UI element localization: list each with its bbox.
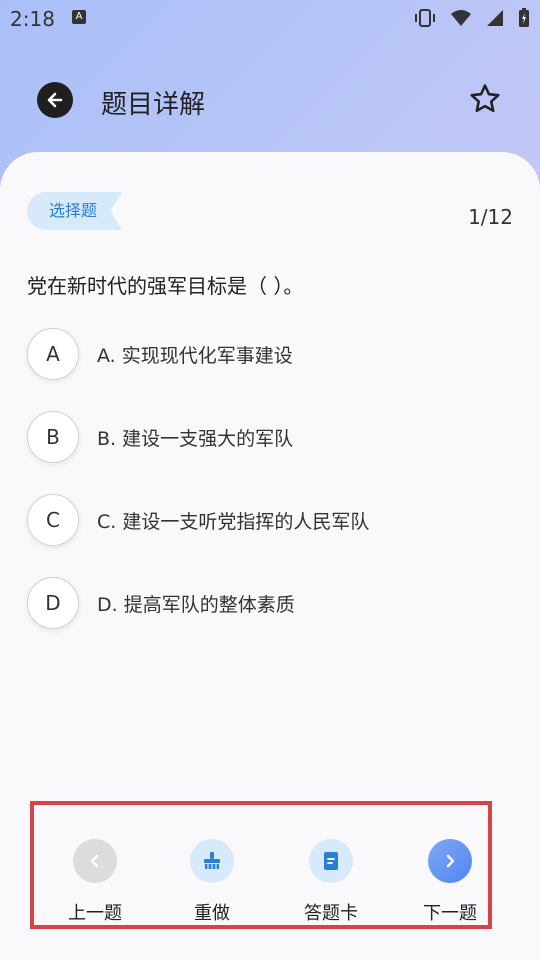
option-text: C. 建设一支听党指挥的人民军队 [97, 510, 370, 533]
favorite-button[interactable] [468, 82, 502, 116]
next-question-label: 下一题 [423, 903, 477, 924]
status-bar: 2:18 A [0, 0, 540, 38]
prev-question-button[interactable]: 上一题 [45, 839, 145, 925]
wifi-icon [450, 9, 472, 31]
status-time: 2:18 [10, 7, 55, 31]
document-icon [309, 839, 353, 883]
battery-icon [518, 8, 530, 32]
question-text: 党在新时代的强军目标是（ ）。 [27, 274, 304, 298]
page-title: 题目详解 [101, 90, 206, 120]
answer-card-button[interactable]: 答题卡 [281, 839, 381, 925]
option-text: D. 提高军队的整体素质 [97, 593, 295, 616]
signal-icon [486, 9, 504, 31]
star-icon [470, 84, 500, 113]
chevron-right-icon [428, 839, 472, 883]
option-letter: B [27, 411, 79, 463]
option-d[interactable]: D D. 提高军队的整体素质 [27, 575, 513, 631]
option-c[interactable]: C C. 建设一支听党指挥的人民军队 [27, 492, 513, 548]
header: 题目详解 [0, 70, 540, 130]
option-letter: A [27, 328, 79, 380]
bottom-nav: 上一题 重做 答题卡 下一题 [30, 801, 492, 929]
option-text: B. 建设一支强大的军队 [97, 427, 294, 450]
broom-icon [190, 839, 234, 883]
chevron-left-icon [73, 839, 117, 883]
redo-label: 重做 [194, 903, 230, 924]
question-type-tag: 选择题 [27, 192, 122, 230]
next-question-button[interactable]: 下一题 [400, 839, 500, 925]
arrow-left-icon [47, 92, 63, 108]
option-letter: C [27, 494, 79, 546]
vibrate-icon [414, 9, 436, 31]
option-letter: D [27, 577, 79, 629]
option-a[interactable]: A A. 实现现代化军事建设 [27, 326, 513, 382]
back-button[interactable] [37, 82, 73, 118]
redo-button[interactable]: 重做 [162, 839, 262, 925]
option-b[interactable]: B B. 建设一支强大的军队 [27, 409, 513, 465]
option-text: A. 实现现代化军事建设 [97, 344, 293, 367]
question-progress: 1/12 [468, 205, 513, 229]
answer-card-label: 答题卡 [304, 903, 358, 924]
options-list: A A. 实现现代化军事建设 B B. 建设一支强大的军队 C C. 建设一支听… [27, 326, 513, 658]
notification-icon: A [72, 10, 86, 24]
prev-question-label: 上一题 [68, 903, 122, 924]
status-icons [414, 8, 530, 32]
